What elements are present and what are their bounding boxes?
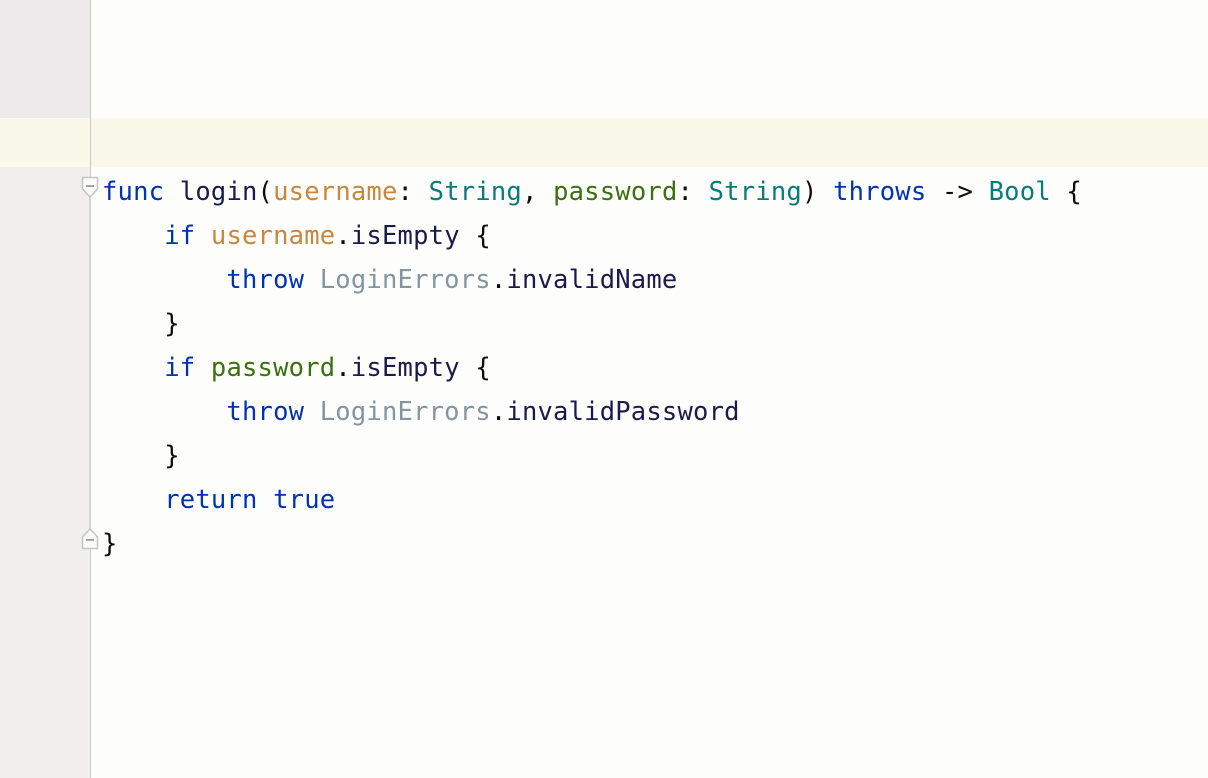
code-line[interactable]: return true: [102, 478, 1082, 522]
code-line[interactable]: throw LoginErrors.invalidName: [102, 258, 1082, 302]
fold-collapse-open-icon[interactable]: [80, 176, 100, 200]
code-token: Bool: [988, 177, 1051, 207]
fold-collapse-close-icon[interactable]: [80, 526, 100, 550]
code-token: if: [164, 353, 196, 383]
code-token: .: [335, 353, 351, 383]
code-line[interactable]: }: [102, 522, 1082, 566]
current-line-highlight: [0, 118, 1208, 167]
code-token: ->: [941, 177, 974, 207]
code-token: invalidPassword: [506, 397, 740, 427]
code-token: }: [102, 529, 118, 559]
code-token: }: [164, 309, 180, 339]
code-content[interactable]: func login(username: String, password: S…: [102, 170, 1082, 566]
code-token: password: [210, 353, 336, 383]
code-token: isEmpty: [350, 221, 460, 251]
code-token: String: [708, 177, 802, 207]
code-token: func: [102, 177, 165, 207]
code-token: {: [475, 353, 491, 383]
code-token: .: [490, 265, 507, 295]
code-token: return: [164, 485, 258, 515]
code-line[interactable]: }: [102, 434, 1082, 478]
code-token: ,: [521, 177, 554, 207]
code-token: :: [677, 177, 709, 207]
code-token: ): [801, 177, 818, 207]
code-token: throws: [833, 177, 927, 207]
code-token: :: [397, 177, 429, 207]
code-line[interactable]: throw LoginErrors.invalidPassword: [102, 390, 1082, 434]
gutter-top-shade: [0, 0, 90, 118]
code-token: LoginErrors: [319, 265, 491, 295]
code-token: isEmpty: [350, 353, 460, 383]
code-editor: func login(username: String, password: S…: [0, 0, 1208, 778]
code-token: username: [273, 177, 398, 207]
code-line[interactable]: if username.isEmpty {: [102, 214, 1082, 258]
code-line[interactable]: }: [102, 302, 1082, 346]
code-token: invalidName: [506, 265, 678, 295]
code-token: (: [257, 177, 274, 207]
code-token: }: [164, 441, 180, 471]
code-line[interactable]: if password.isEmpty {: [102, 346, 1082, 390]
code-line[interactable]: func login(username: String, password: S…: [102, 170, 1082, 214]
code-token: LoginErrors: [319, 397, 491, 427]
code-token: username: [210, 221, 336, 251]
code-token: if: [164, 221, 196, 251]
code-token: true: [273, 485, 336, 515]
editor-gutter[interactable]: [0, 0, 90, 778]
code-token: throw: [226, 397, 305, 427]
code-token: throw: [226, 265, 305, 295]
code-token: .: [490, 397, 507, 427]
code-token: {: [475, 221, 491, 251]
code-token: .: [335, 221, 351, 251]
code-token: String: [428, 177, 522, 207]
code-token: login: [179, 177, 258, 207]
code-fold-region-line: [89, 196, 91, 532]
code-token: password: [553, 177, 678, 207]
code-token: {: [1066, 177, 1082, 207]
